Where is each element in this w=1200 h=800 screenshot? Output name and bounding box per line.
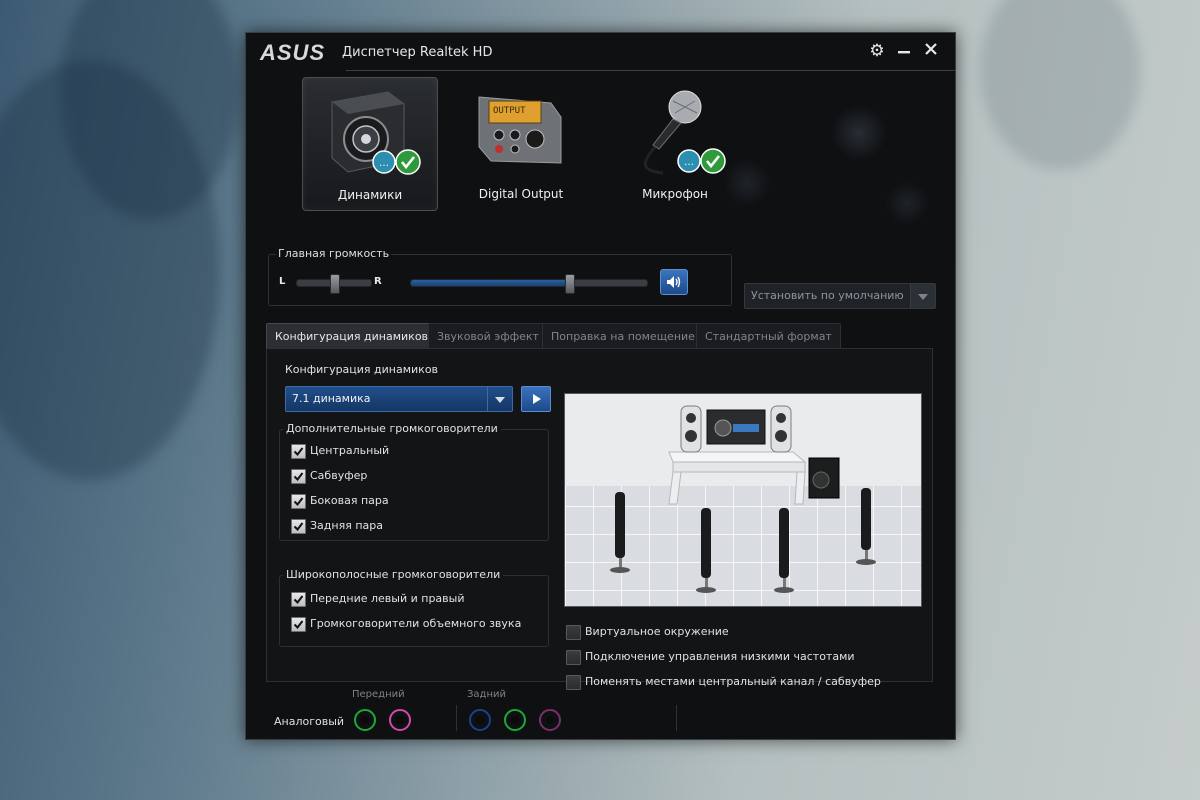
device-microphone[interactable]: … Микрофон: [608, 77, 742, 209]
rear-jack-blue[interactable]: [469, 709, 491, 731]
speaker-icon: …: [331, 91, 421, 175]
minimize-icon[interactable]: [894, 41, 914, 61]
tab-sound-effect[interactable]: Звуковой эффект: [428, 323, 548, 349]
checkbox-label: Центральный: [310, 444, 390, 457]
speaker-volume-icon: [667, 276, 681, 288]
chevron-down-icon[interactable]: [910, 284, 935, 308]
master-volume-title: Главная громкость: [276, 247, 392, 260]
mute-button[interactable]: [660, 269, 688, 295]
title-separator: [346, 70, 955, 71]
checkbox[interactable]: [291, 444, 306, 459]
gear-icon[interactable]: ⚙: [867, 41, 887, 61]
rear-jack-pink[interactable]: [539, 709, 561, 731]
checkbox-label: Боковая пара: [310, 494, 389, 507]
background-tree: [980, 0, 1140, 170]
checkbox[interactable]: [566, 650, 581, 665]
set-default-device-button[interactable]: Установить по умолчанию: [744, 283, 936, 309]
fullrange-speakers-group: [279, 575, 549, 647]
checkbox-label: Подключение управления низкими частотами: [585, 650, 855, 663]
speaker-config-panel: Конфигурация динамиков 7.1 динамика Допо…: [266, 348, 933, 690]
checkbox[interactable]: [291, 592, 306, 607]
master-volume-slider[interactable]: [410, 274, 648, 294]
balance-left-label: L: [279, 276, 286, 287]
close-icon[interactable]: [921, 41, 941, 61]
front-jack-pink[interactable]: [389, 709, 411, 731]
jack-divider: [676, 705, 677, 731]
balance-slider[interactable]: [296, 274, 372, 294]
fullrange-speakers-title: Широкополосные громкоговорители: [283, 568, 504, 581]
set-default-label: Установить по умолчанию: [751, 289, 904, 302]
rear-jack-green[interactable]: [504, 709, 526, 731]
digital-output-icon: OUTPUT: [478, 96, 562, 164]
jack-divider: [456, 705, 457, 731]
checkbox-label: Передние левый и правый: [310, 592, 465, 605]
title-bar: ASUS Диспетчер Realtek HD ⚙: [246, 33, 955, 71]
balance-right-label: R: [374, 276, 382, 287]
checkbox[interactable]: [566, 675, 581, 690]
balance-slider-thumb[interactable]: [330, 274, 340, 294]
checkbox-label: Задняя пара: [310, 519, 383, 532]
chevron-down-icon[interactable]: [487, 387, 512, 411]
speaker-config-label: Конфигурация динамиков: [285, 363, 439, 376]
tab-speaker-config[interactable]: Конфигурация динамиков: [266, 323, 438, 349]
master-volume-fill: [411, 280, 569, 286]
checkbox-label: Громкоговорители объемного звука: [310, 617, 522, 630]
svg-text:OUTPUT: OUTPUT: [493, 106, 526, 116]
front-jack-green[interactable]: [354, 709, 376, 731]
rear-jacks-label: Задний: [467, 689, 506, 700]
check-badge-icon: [395, 149, 421, 175]
window-title: Диспетчер Realtek HD: [342, 45, 493, 60]
asus-logo: ASUS: [260, 40, 326, 65]
front-jacks-label: Передний: [352, 689, 405, 700]
realtek-hd-manager-window: ASUS Диспетчер Realtek HD ⚙ … Динамики O…: [245, 32, 956, 740]
checkbox[interactable]: [566, 625, 581, 640]
check-badge-icon: [700, 148, 726, 174]
speaker-room-illustration: [565, 394, 921, 606]
checkbox-label: Поменять местами центральный канал / саб…: [585, 675, 881, 688]
speaker-config-value: 7.1 динамика: [292, 392, 371, 405]
checkbox[interactable]: [291, 519, 306, 534]
checkbox-label: Виртуальное окружение: [585, 625, 729, 638]
optional-speakers-title: Дополнительные громкоговорители: [283, 422, 501, 435]
device-speakers[interactable]: … Динамики: [302, 77, 438, 211]
checkbox-label: Сабвуфер: [310, 469, 368, 482]
device-label-microphone: Микрофон: [642, 187, 708, 201]
device-digital-output[interactable]: OUTPUT Digital Output: [454, 77, 588, 209]
tab-room-correction[interactable]: Поправка на помещение: [542, 323, 704, 349]
device-label-speakers: Динамики: [337, 188, 403, 202]
master-volume-thumb[interactable]: [565, 274, 575, 294]
device-label-digital-output: Digital Output: [478, 187, 564, 201]
svg-text:…: …: [379, 158, 389, 169]
speaker-layout-preview[interactable]: [564, 393, 922, 607]
test-play-button[interactable]: [521, 386, 551, 412]
svg-text:…: …: [684, 157, 694, 168]
checkbox[interactable]: [291, 617, 306, 632]
speaker-config-select[interactable]: 7.1 динамика: [285, 386, 513, 412]
play-icon: [533, 394, 541, 404]
microphone-icon: …: [644, 90, 726, 175]
checkbox[interactable]: [291, 469, 306, 484]
checkbox[interactable]: [291, 494, 306, 509]
analog-jacks-title: Аналоговый: [274, 715, 345, 728]
tab-default-format[interactable]: Стандартный формат: [696, 323, 841, 349]
